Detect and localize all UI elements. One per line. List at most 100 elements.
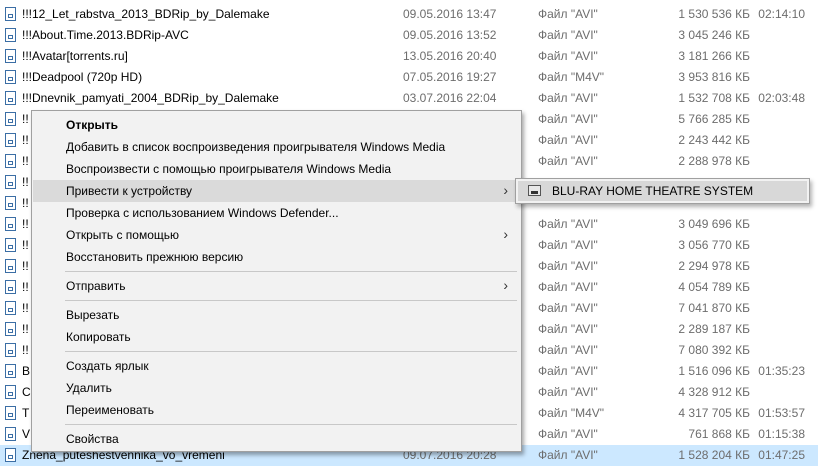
file-name: !!!About.Time.2013.BDRip-AVC [22,28,189,42]
file-row[interactable]: !!!12_Let_rabstva_2013_BDRip_by_Dalemake… [0,4,818,25]
video-file-icon [5,175,16,189]
file-size: 4 317 705 КБ [678,406,750,420]
file-size: 1 530 536 КБ [678,7,750,21]
menu-item-label: Отправить [66,279,126,293]
menu-item-cast-to-device[interactable]: Привести к устройству › [33,180,520,202]
menu-item-add-to-playlist[interactable]: Добавить в список воспроизведения проигр… [33,136,520,158]
menu-item-open[interactable]: Открыть [33,114,520,136]
file-type: Файл "AVI" [538,301,598,315]
video-file-icon [5,196,16,210]
file-type: Файл "AVI" [538,217,598,231]
file-name: !! [22,259,29,273]
menu-item-create-shortcut[interactable]: Создать ярлык [33,355,520,377]
file-size: 1 532 708 КБ [678,91,750,105]
file-size: 2 294 978 КБ [678,259,750,273]
video-file-icon [5,28,16,42]
file-type: Файл "AVI" [538,280,598,294]
file-size: 4 054 789 КБ [678,280,750,294]
file-duration: 01:35:23 [758,364,805,378]
video-file-icon [5,364,16,378]
file-size: 3 953 816 КБ [678,70,750,84]
menu-item-label: Добавить в список воспроизведения проигр… [66,140,446,154]
file-date: 07.05.2016 19:27 [403,70,497,84]
video-file-icon [5,343,16,357]
menu-item-label: Вырезать [66,308,120,322]
file-row[interactable]: !!!About.Time.2013.BDRip-AVC 09.05.2016 … [0,25,818,46]
file-type: Файл "AVI" [538,322,598,336]
device-icon [528,185,541,196]
file-type: Файл "AVI" [538,259,598,273]
file-type: Файл "AVI" [538,7,598,21]
file-size: 7 041 870 КБ [678,301,750,315]
file-name: !! [22,343,29,357]
video-file-icon [5,49,16,63]
menu-item-copy[interactable]: Копировать [33,326,520,348]
menu-separator [65,351,517,352]
file-duration: 02:03:48 [758,91,805,105]
menu-item-label: Восстановить прежнюю версию [66,250,244,264]
file-type: Файл "AVI" [538,91,598,105]
file-duration: 01:15:38 [758,427,805,441]
file-size: 2 288 978 КБ [678,154,750,168]
file-duration: 02:14:10 [758,7,805,21]
menu-item-properties[interactable]: Свойства [33,428,520,450]
file-size: 1 516 096 КБ [678,364,750,378]
file-name: !! [22,217,29,231]
submenu-item-bluray-home-theatre[interactable]: BLU-RAY HOME THEATRE SYSTEM [518,181,807,201]
file-size: 7 080 392 КБ [678,343,750,357]
file-name: !!!Deadpool (720p HD) [22,70,143,84]
file-type: Файл "AVI" [538,133,598,147]
file-name: !! [22,322,29,336]
cast-to-device-submenu: BLU-RAY HOME THEATRE SYSTEM [515,178,810,204]
file-name: !! [22,154,29,168]
menu-item-label: Удалить [66,381,112,395]
file-size: 1 528 204 КБ [678,448,750,462]
file-name: T [22,406,30,420]
video-file-icon [5,259,16,273]
menu-item-play-with-wmp[interactable]: Воспроизвести с помощью проигрывателя Wi… [33,158,520,180]
file-type: Файл "AVI" [538,385,598,399]
video-file-icon [5,154,16,168]
file-row[interactable]: !!!Dnevnik_pamyati_2004_BDRip_by_Dalemak… [0,88,818,109]
file-name: !!!12_Let_rabstva_2013_BDRip_by_Dalemake [22,7,270,21]
video-file-icon [5,448,16,462]
menu-item-restore-previous-version[interactable]: Восстановить прежнюю версию [33,246,520,268]
menu-separator [65,300,517,301]
file-row[interactable]: !!!Deadpool (720p HD) 07.05.2016 19:27 Ф… [0,67,818,88]
file-name: C [22,385,31,399]
menu-item-label: Привести к устройству [66,184,193,198]
menu-item-cut[interactable]: Вырезать [33,304,520,326]
menu-separator [65,271,517,272]
file-type: Файл "AVI" [538,49,598,63]
submenu-item-label: BLU-RAY HOME THEATRE SYSTEM [552,184,754,198]
file-name: !!!Avatar[torrents.ru] [22,49,128,63]
file-duration: 01:47:25 [758,448,805,462]
file-row[interactable]: !!!Avatar[torrents.ru] 13.05.2016 20:40 … [0,46,818,67]
video-file-icon [5,301,16,315]
menu-item-delete[interactable]: Удалить [33,377,520,399]
file-type: Файл "AVI" [538,112,598,126]
video-file-icon [5,7,16,21]
menu-item-scan-defender[interactable]: Проверка с использованием Windows Defend… [33,202,520,224]
file-duration: 01:53:57 [758,406,805,420]
menu-item-open-with[interactable]: Открыть с помощью › [33,224,520,246]
file-date: 09.05.2016 13:52 [403,28,497,42]
file-type: Файл "AVI" [538,448,598,462]
chevron-right-icon: › [503,182,508,198]
file-size: 5 766 285 КБ [678,112,750,126]
menu-item-rename[interactable]: Переименовать [33,399,520,421]
file-size: 4 328 912 КБ [678,385,750,399]
file-type: Файл "AVI" [538,154,598,168]
file-name: !! [22,133,29,147]
file-name: !!!Dnevnik_pamyati_2004_BDRip_by_Dalemak… [22,91,279,105]
menu-item-label: Свойства [66,432,119,446]
file-type: Файл "AVI" [538,364,598,378]
file-name: !! [22,301,29,315]
file-name: !! [22,280,29,294]
file-name: !! [22,196,29,210]
menu-item-label: Переименовать [66,403,154,417]
video-file-icon [5,385,16,399]
menu-item-send-to[interactable]: Отправить › [33,275,520,297]
file-date: 03.07.2016 22:04 [403,91,497,105]
video-file-icon [5,217,16,231]
